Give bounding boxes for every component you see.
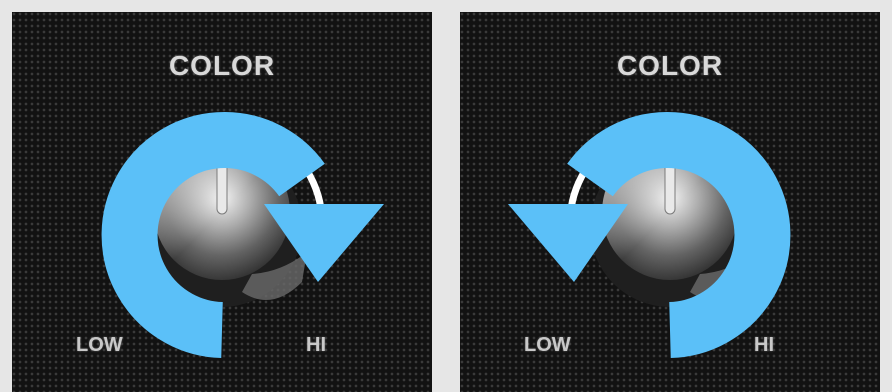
- color-knob-illustration: COLOR LOW HI COLOR LOW HI: [0, 0, 892, 392]
- color-knob-panel-counterclockwise: COLOR LOW HI: [460, 12, 880, 392]
- knob-graphic: [508, 112, 791, 358]
- knob-graphic: [101, 112, 384, 358]
- low-label: LOW: [524, 334, 571, 356]
- hi-label: HI: [754, 334, 774, 356]
- color-knob-panel-clockwise: COLOR LOW HI: [12, 12, 432, 392]
- hi-label: HI: [306, 334, 326, 356]
- low-label: LOW: [76, 334, 123, 356]
